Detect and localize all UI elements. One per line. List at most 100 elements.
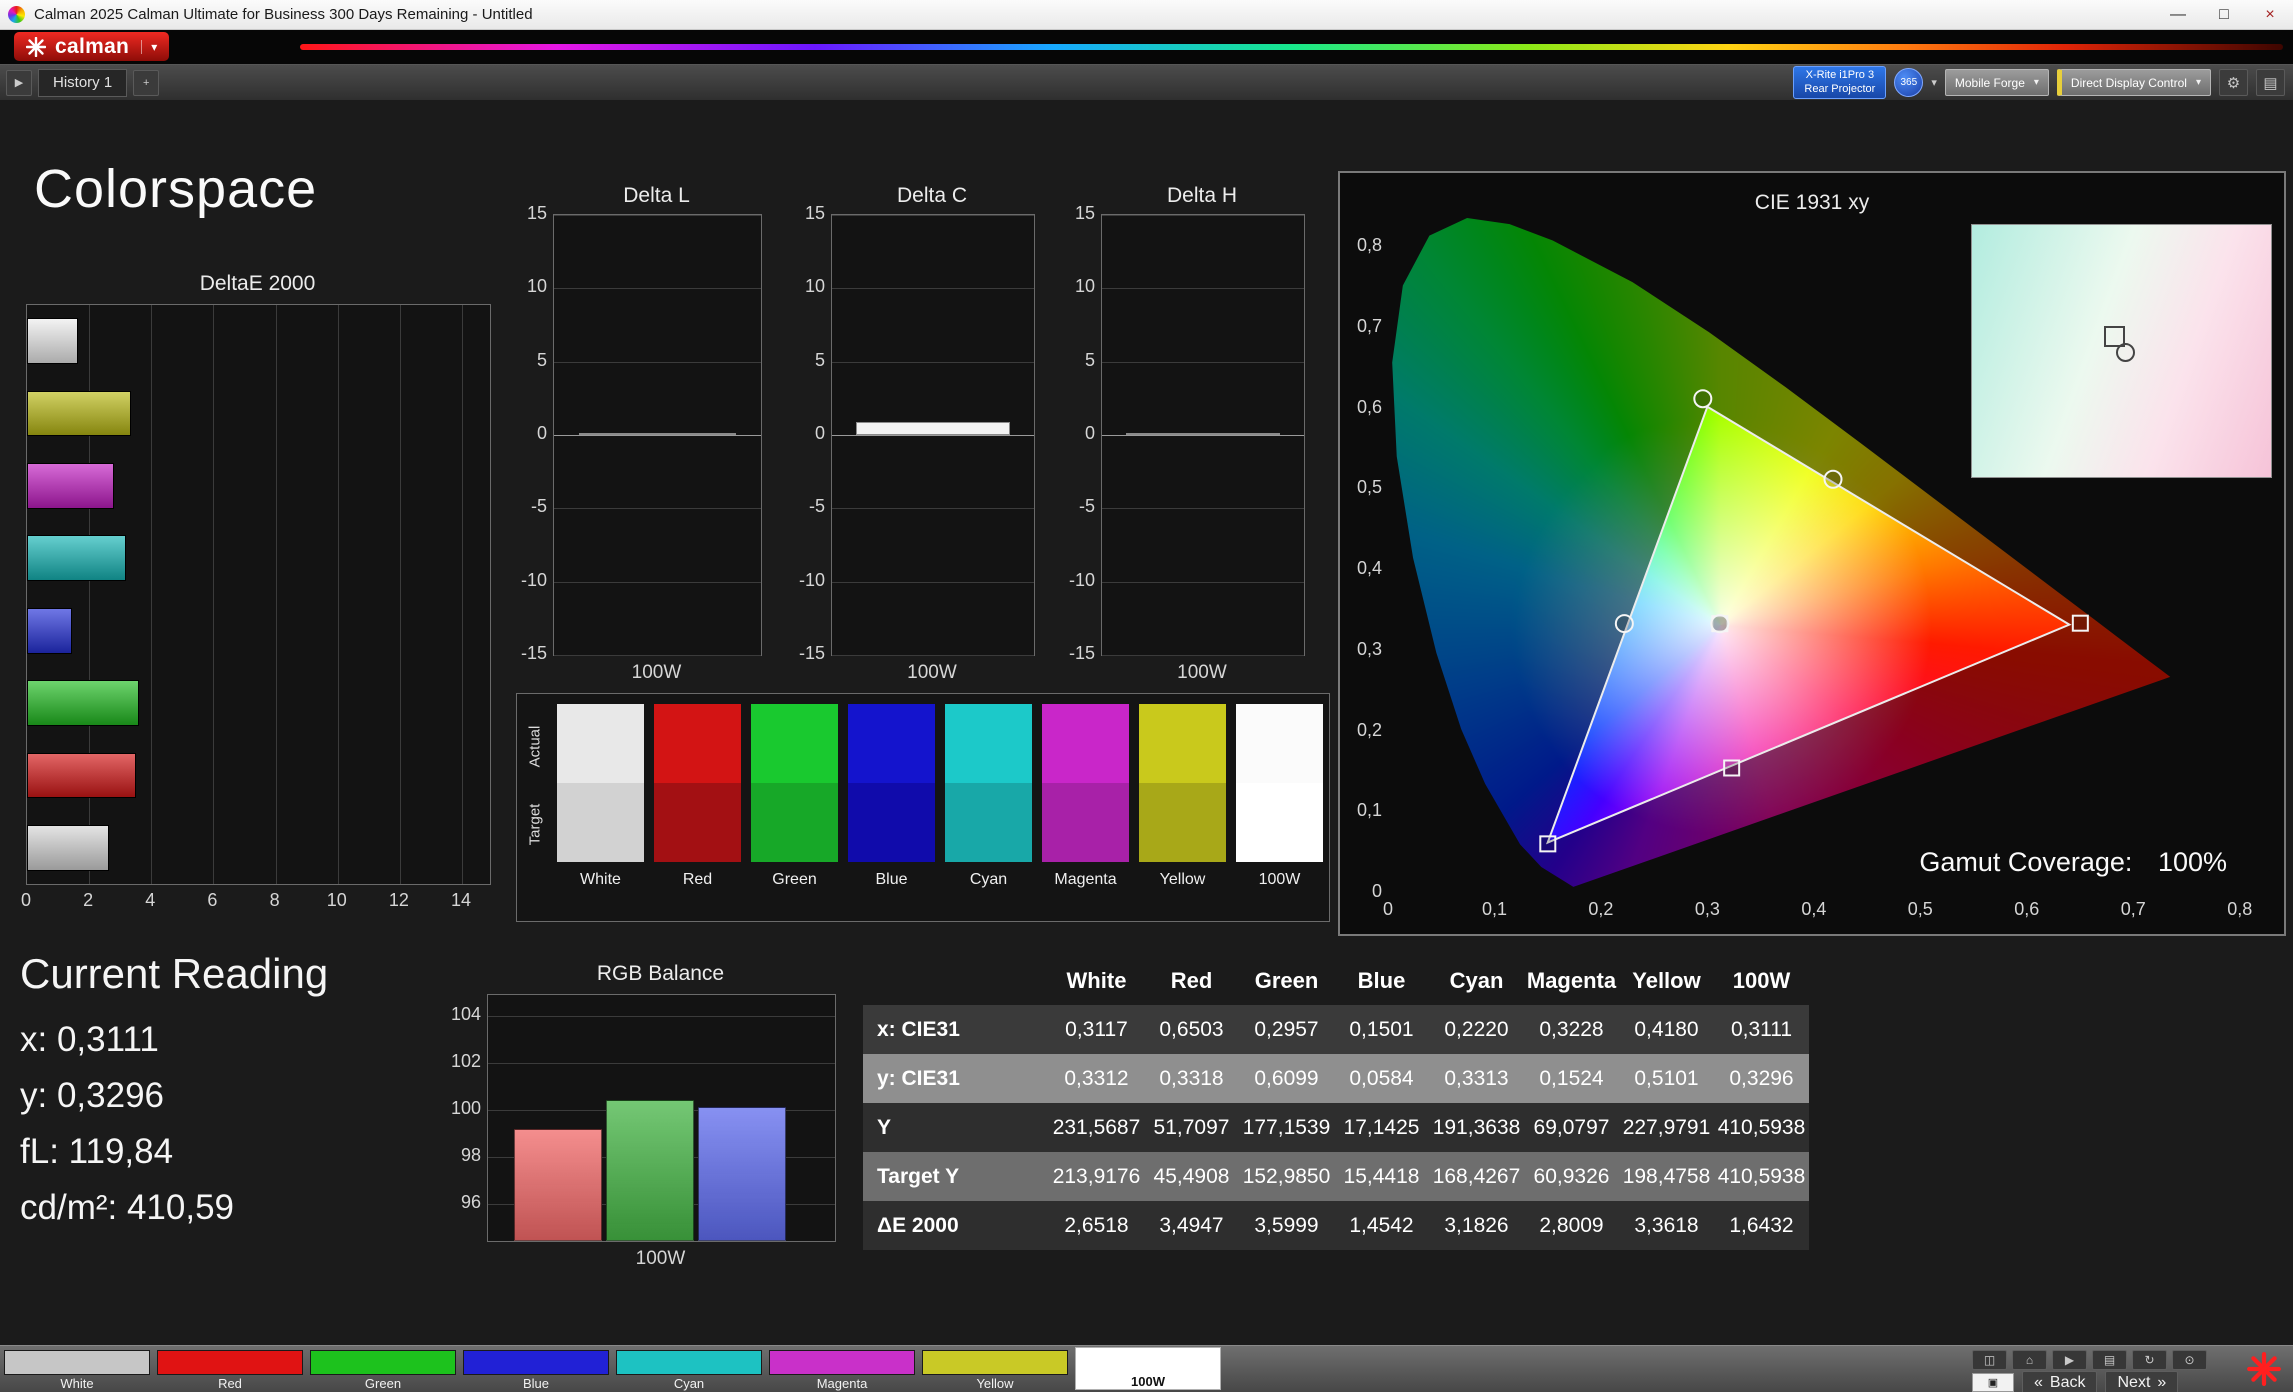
table-cell: 0,5101: [1619, 1054, 1714, 1103]
power-button[interactable]: ⊙: [2172, 1350, 2207, 1370]
swatch-target-white: [557, 783, 644, 862]
swatch-label: 100W: [1236, 862, 1323, 898]
table-header-cell: White: [1049, 956, 1144, 1005]
row-label: ΔE 2000: [863, 1201, 1049, 1250]
table-cell: 213,9176: [1049, 1152, 1144, 1201]
axis-tick-label: 14: [451, 890, 471, 911]
calman-logo-button[interactable]: calman ▾: [14, 32, 169, 61]
display-control-label: Direct Display Control: [2071, 76, 2187, 90]
delta-h-plot: [1101, 214, 1305, 656]
gridline: [488, 1063, 835, 1064]
swatch-label: Magenta: [1042, 862, 1129, 898]
license-badge[interactable]: 365: [1894, 68, 1923, 97]
table-header-cell: Green: [1239, 956, 1334, 1005]
display-control-button[interactable]: Direct Display Control ▾: [2057, 69, 2211, 96]
delta-l-x-label: 100W: [553, 662, 760, 684]
reading-y: y: 0,3296: [20, 1068, 328, 1124]
cyan-swatch: [616, 1350, 762, 1375]
axis-tick-label: 15: [805, 203, 825, 224]
report-button[interactable]: ▤: [2092, 1350, 2127, 1370]
swatch-actual-magenta: [1042, 704, 1129, 783]
green-swatch: [310, 1350, 456, 1375]
pattern-button-red[interactable]: Red: [157, 1350, 303, 1391]
pattern-button-white[interactable]: White: [4, 1350, 150, 1391]
cie-point-cyan: [1616, 615, 1633, 632]
maximize-button[interactable]: □: [2201, 0, 2247, 29]
axis-tick-label: 4: [145, 890, 155, 911]
pattern-window-icon: ▣: [1988, 1376, 1998, 1389]
axis-tick-label: -15: [521, 643, 547, 664]
axis-tick-label: 0,6: [1357, 397, 1382, 418]
source-selector-button[interactable]: Mobile Forge ▾: [1945, 69, 2049, 96]
source-label: Mobile Forge: [1955, 76, 2025, 90]
table-cell: 3,3618: [1619, 1201, 1714, 1250]
gridline: [832, 215, 1034, 216]
meter-dropdown-icon[interactable]: ▾: [1931, 76, 1937, 89]
table-cell: 69,0797: [1524, 1103, 1619, 1152]
minimize-button[interactable]: —: [2155, 0, 2201, 29]
close-button[interactable]: ×: [2247, 0, 2293, 29]
layout-button[interactable]: ▤: [2256, 69, 2285, 96]
logo-dropdown-icon[interactable]: ▾: [141, 40, 157, 54]
pattern-button-yellow[interactable]: Yellow: [922, 1350, 1068, 1391]
add-tab-button[interactable]: +: [133, 70, 159, 96]
next-button[interactable]: Next »: [2105, 1371, 2178, 1392]
swatch-actual-red: [654, 704, 741, 783]
pattern-label: 100W: [1078, 1374, 1218, 1389]
table-cell: 3,1826: [1429, 1201, 1524, 1250]
refresh-button[interactable]: ↻: [2132, 1350, 2167, 1370]
rgb-bar-red: [514, 1129, 602, 1241]
back-button[interactable]: « Back: [2022, 1371, 2097, 1392]
pattern-button-green[interactable]: Green: [310, 1350, 456, 1391]
settings-button[interactable]: ⚙: [2219, 69, 2248, 96]
delta-h-bar: [1126, 433, 1280, 436]
gamut-coverage: Gamut Coverage: 100%: [1919, 847, 2227, 878]
table-cell: 0,0584: [1334, 1054, 1429, 1103]
table-cell: 231,5687: [1049, 1103, 1144, 1152]
delta-c-x-label: 100W: [831, 662, 1033, 684]
row-label: x: CIE31: [863, 1005, 1049, 1054]
gridline: [832, 655, 1034, 656]
gridline: [462, 305, 463, 884]
white-point-inset: [1971, 224, 2272, 478]
rgb-y-axis: 1041021009896: [435, 994, 481, 1240]
axis-tick-label: 0,8: [2227, 899, 2252, 920]
app-icon: [8, 6, 25, 23]
axis-tick-label: 5: [537, 350, 547, 371]
table-cell: 0,6099: [1239, 1054, 1334, 1103]
gridline: [1102, 508, 1304, 509]
pattern-button-blue[interactable]: Blue: [463, 1350, 609, 1391]
measure-asterisk-icon[interactable]: [2246, 1351, 2282, 1387]
meter-selector-button[interactable]: X-Rite i1Pro 3 Rear Projector: [1793, 66, 1886, 98]
axis-tick-label: 0: [1085, 423, 1095, 444]
table-cell: 15,4418: [1334, 1152, 1429, 1201]
axis-tick-label: 102: [451, 1051, 481, 1072]
tab-nav-arrow-button[interactable]: ▶: [6, 70, 32, 96]
pattern-window-button[interactable]: ▣: [1972, 1373, 2014, 1392]
home-button[interactable]: ⌂: [2012, 1350, 2047, 1370]
meter-name: X-Rite i1Pro 3: [1804, 69, 1875, 82]
axis-tick-label: 2: [83, 890, 93, 911]
axis-tick-label: 15: [527, 203, 547, 224]
pattern-button-cyan[interactable]: Cyan: [616, 1350, 762, 1391]
swatch-column-magenta: Magenta: [1042, 704, 1129, 898]
table-cell: 0,3111: [1714, 1005, 1809, 1054]
axis-tick-label: 0: [1372, 881, 1382, 902]
play-button[interactable]: ▶: [2052, 1350, 2087, 1370]
results-table: WhiteRedGreenBlueCyanMagentaYellow100Wx:…: [863, 956, 1809, 1250]
navigation-row: ▣ « Back Next »: [1972, 1371, 2178, 1392]
pattern-label: Cyan: [616, 1376, 762, 1391]
pattern-button-100w[interactable]: 100W: [1075, 1347, 1221, 1390]
pattern-label: Green: [310, 1376, 456, 1391]
table-row: ΔE 20002,65183,49473,59991,45423,18262,8…: [863, 1201, 1809, 1250]
table-cell: 1,6432: [1714, 1201, 1809, 1250]
axis-tick-label: 0,8: [1357, 235, 1382, 256]
table-header-cell: Red: [1144, 956, 1239, 1005]
table-cell: 3,5999: [1239, 1201, 1334, 1250]
deltae-bar-green: [27, 680, 139, 726]
swatch-column-red: Red: [654, 704, 741, 898]
swatch-column-green: Green: [751, 704, 838, 898]
pattern-button-magenta[interactable]: Magenta: [769, 1350, 915, 1391]
tab-history-1[interactable]: History 1: [38, 69, 127, 97]
grid-button[interactable]: ◫: [1972, 1350, 2007, 1370]
